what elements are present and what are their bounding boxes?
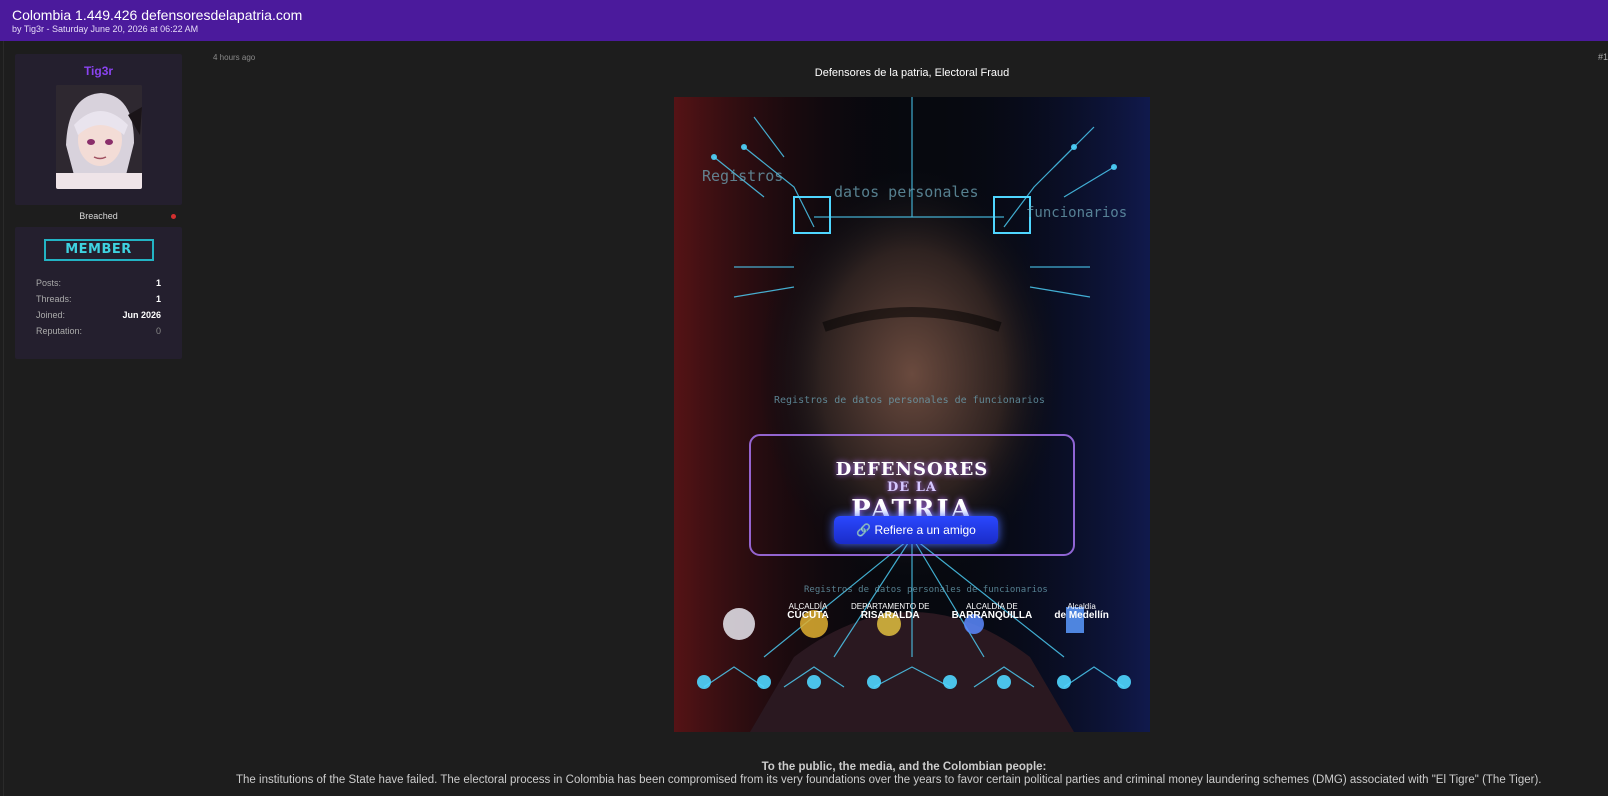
stat-value: Jun 2026 — [122, 310, 161, 320]
post-timestamp: 4 hours ago — [213, 53, 256, 62]
avatar-image — [55, 85, 142, 189]
divider — [3, 41, 4, 796]
post-image[interactable]: Registros datos personales funcionarios … — [674, 97, 1150, 732]
poster-logo-line2: DE LA — [887, 480, 937, 495]
thread-header: Colombia 1.449.426 defensoresdelapatria.… — [0, 0, 1608, 41]
author-username[interactable]: Tig3r — [15, 64, 182, 78]
poster-overlay-line: Registros de datos personales de funcion… — [774, 395, 1045, 406]
stat-posts: Posts: 1 — [36, 275, 161, 291]
avatar-card: Tig3r — [15, 54, 182, 205]
stat-label: Posts: — [36, 278, 62, 288]
poster-logo-cucuta: ALCALDÍA CÚCUTA — [787, 602, 829, 621]
poster-logo-medellin: Alcaldía de Medellín — [1054, 602, 1109, 621]
thread-byline[interactable]: by Tig3r - Saturday June 20, 2026 at 06:… — [12, 24, 1596, 35]
poster-logo-line1: DEFENSORES — [835, 459, 989, 480]
poster-overlay-center: datos personales — [834, 183, 979, 201]
stat-reputation: Reputation: 0 — [36, 323, 161, 339]
avatar[interactable] — [55, 85, 142, 189]
poster-logo-barranquilla: ALCALDÍA DE BARRANQUILLA — [951, 602, 1033, 621]
stats-card: MEMBER Posts: 1 Threads: 1 Joined: Jun 2… — [15, 227, 182, 359]
stat-value[interactable]: 0 — [156, 323, 161, 339]
stat-threads: Threads: 1 — [36, 291, 161, 307]
poster-logo-risaralda: DEPARTAMENTO DE RISARALDA — [850, 602, 930, 621]
post-lead: To the public, the media, and the Colomb… — [761, 761, 1047, 773]
stat-label: Threads: — [36, 294, 72, 304]
user-status: Breached — [15, 205, 182, 227]
stat-label: Reputation: — [36, 326, 83, 336]
post-heading: Defensores de la patria, Electoral Fraud — [814, 67, 1010, 79]
rank-badge: MEMBER — [43, 239, 154, 261]
user-status-label: Breached — [79, 211, 118, 221]
stat-value: 1 — [155, 278, 161, 288]
author-profile: Tig3r Breached MEMBER Posts: 1 Threads: … — [15, 54, 182, 359]
post-number[interactable]: #1 — [1598, 52, 1608, 62]
stat-value: 1 — [155, 294, 161, 304]
poster-logos: ALCALDÍA CÚCUTA DEPARTAMENTO DE RISARALDA … — [674, 602, 1150, 621]
stat-label: Joined: — [36, 310, 66, 320]
poster-overlay-left: Registros — [702, 167, 784, 185]
poster-overlay-right: funcionarios — [1026, 205, 1128, 221]
link-icon: 🔗 — [856, 523, 875, 537]
offline-dot-icon — [171, 214, 176, 219]
refer-friend-label: Refiere a un amigo — [874, 523, 976, 537]
post-body: The institutions of the State have faile… — [236, 774, 1542, 786]
poster-overlay-line-bottom: Registros de datos personales de funcion… — [804, 585, 1048, 595]
thread-title: Colombia 1.449.426 defensoresdelapatria.… — [12, 7, 303, 23]
refer-friend-button: 🔗 Refiere a un amigo — [834, 516, 998, 544]
stat-joined: Joined: Jun 2026 — [36, 307, 161, 323]
